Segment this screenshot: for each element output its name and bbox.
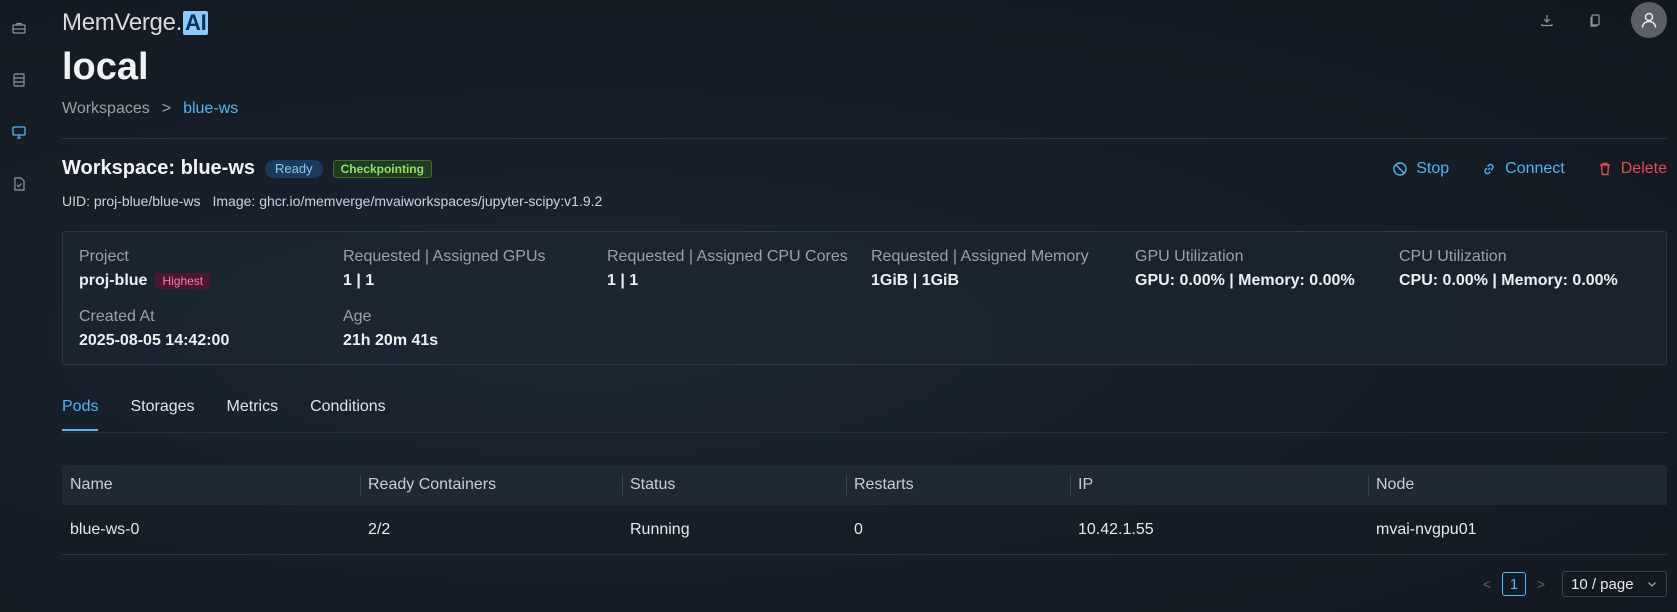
field-cpu-utilization: CPU Utilization CPU: 0.00% | Memory: 0.0… bbox=[1399, 248, 1618, 290]
tab-metrics[interactable]: Metrics bbox=[227, 398, 279, 431]
field-value: 21h 20m 41s bbox=[343, 332, 439, 349]
table-row[interactable]: blue-ws-0 2/2 Running 0 10.42.1.55 mvai-… bbox=[62, 505, 1667, 555]
field-value: 1 | 1 bbox=[343, 272, 375, 289]
stop-icon bbox=[1393, 162, 1407, 176]
logo: MemVerge. AI bbox=[62, 8, 209, 38]
workspace-details-card: Project proj-blue Highest Requested | As… bbox=[62, 231, 1667, 365]
workspace-title: Workspace: blue-ws bbox=[62, 157, 256, 179]
field-value: GPU: 0.00% | Memory: 0.00% bbox=[1135, 272, 1355, 289]
field-project: Project proj-blue Highest bbox=[79, 248, 211, 290]
detail-tabs: Pods Storages Metrics Conditions bbox=[62, 398, 386, 431]
sidebar bbox=[0, 0, 38, 612]
field-gpu-utilization: GPU Utilization GPU: 0.00% | Memory: 0.0… bbox=[1135, 248, 1355, 290]
breadcrumb-current: blue-ws bbox=[183, 100, 239, 117]
field-label: Created At bbox=[79, 308, 155, 325]
field-label: Requested | Assigned Memory bbox=[871, 248, 1089, 265]
page-size-value: 10 / page bbox=[1571, 575, 1634, 593]
field-created-at: Created At 2025-08-05 14:42:00 bbox=[79, 308, 229, 350]
column-header-status[interactable]: Status bbox=[622, 465, 846, 505]
prev-page-button[interactable]: < bbox=[1480, 576, 1494, 592]
chevron-down-icon bbox=[1648, 582, 1656, 587]
field-age: Age 21h 20m 41s bbox=[343, 308, 438, 350]
column-header-restarts[interactable]: Restarts bbox=[846, 465, 1070, 505]
stop-button[interactable]: Stop bbox=[1392, 160, 1449, 178]
trash-icon bbox=[1599, 162, 1610, 176]
tab-pods[interactable]: Pods bbox=[62, 398, 99, 431]
tabs-divider bbox=[62, 432, 1667, 433]
field-value: 2025-08-05 14:42:00 bbox=[79, 332, 230, 349]
delete-button[interactable]: Delete bbox=[1597, 160, 1667, 178]
page-size-select[interactable]: 10 / page bbox=[1562, 571, 1667, 597]
checklist-icon[interactable] bbox=[9, 174, 29, 194]
field-value: CPU: 0.00% | Memory: 0.00% bbox=[1399, 272, 1618, 289]
connect-button[interactable]: Connect bbox=[1481, 160, 1565, 178]
page-title: local bbox=[62, 46, 149, 88]
field-value: 1GiB | 1GiB bbox=[871, 272, 960, 289]
field-label: Project bbox=[79, 248, 129, 265]
project-value[interactable]: proj-blue bbox=[79, 272, 147, 290]
field-gpus: Requested | Assigned GPUs 1 | 1 bbox=[343, 248, 546, 290]
field-label: Age bbox=[343, 308, 372, 325]
field-label: CPU Utilization bbox=[1399, 248, 1507, 265]
workspace-uid: UID: proj-blue/blue-ws bbox=[62, 193, 201, 209]
pagination: < 1 > 10 / page bbox=[1480, 571, 1667, 597]
workspace-meta: UID: proj-blue/blue-ws Image: ghcr.io/me… bbox=[62, 193, 602, 209]
priority-badge: Highest bbox=[155, 273, 211, 289]
table-header: Name Ready Containers Status Restarts IP… bbox=[62, 465, 1667, 505]
column-header-ip[interactable]: IP bbox=[1070, 465, 1368, 505]
breadcrumb-separator: > bbox=[161, 100, 172, 117]
field-memory: Requested | Assigned Memory 1GiB | 1GiB bbox=[871, 248, 1089, 290]
copy-icon[interactable] bbox=[1585, 10, 1605, 30]
field-label: GPU Utilization bbox=[1135, 248, 1244, 265]
cell-status: Running bbox=[630, 520, 690, 538]
delete-label: Delete bbox=[1620, 160, 1667, 177]
cell-node: mvai-nvgpu01 bbox=[1376, 520, 1477, 538]
briefcase-icon[interactable] bbox=[9, 18, 29, 38]
pods-table: Name Ready Containers Status Restarts IP… bbox=[62, 465, 1667, 555]
header-divider bbox=[62, 138, 1667, 139]
column-header-node[interactable]: Node bbox=[1368, 465, 1667, 505]
download-icon[interactable] bbox=[1537, 10, 1557, 30]
app-root: MemVerge. AI local Workspaces > blue-ws W… bbox=[0, 0, 1677, 612]
monitor-icon[interactable] bbox=[9, 122, 29, 142]
logo-badge: AI bbox=[183, 10, 209, 35]
link-icon bbox=[1484, 163, 1494, 175]
field-value: proj-blue Highest bbox=[79, 272, 211, 290]
field-value: 1 | 1 bbox=[607, 272, 639, 289]
status-badge-checkpointing: Checkpointing bbox=[332, 159, 432, 178]
column-header-ready-containers[interactable]: Ready Containers bbox=[360, 465, 622, 505]
column-header-name[interactable]: Name bbox=[62, 465, 360, 505]
logo-text: MemVerge. bbox=[62, 9, 183, 36]
field-label: Requested | Assigned CPU Cores bbox=[607, 248, 848, 265]
status-badge-ready: Ready bbox=[265, 159, 323, 178]
page-number-button[interactable]: 1 bbox=[1502, 572, 1526, 596]
next-page-button[interactable]: > bbox=[1534, 576, 1548, 592]
cell-name: blue-ws-0 bbox=[70, 520, 140, 538]
user-avatar-icon[interactable] bbox=[1631, 2, 1667, 38]
tab-conditions[interactable]: Conditions bbox=[310, 398, 386, 431]
workspace-actions: Stop Connect Delete bbox=[1392, 160, 1667, 178]
connect-label: Connect bbox=[1505, 160, 1565, 177]
stop-label: Stop bbox=[1416, 160, 1450, 177]
workspace-image: Image: ghcr.io/memverge/mvaiworkspaces/j… bbox=[212, 193, 603, 209]
cell-ready-containers: 2/2 bbox=[368, 520, 391, 538]
cell-restarts: 0 bbox=[854, 520, 863, 538]
workspace-header: Workspace: blue-ws Ready Checkpointing bbox=[62, 157, 432, 180]
cell-ip: 10.42.1.55 bbox=[1078, 520, 1154, 538]
tab-storages[interactable]: Storages bbox=[130, 398, 194, 431]
breadcrumb-workspaces[interactable]: Workspaces bbox=[62, 100, 150, 118]
server-list-icon[interactable] bbox=[9, 70, 29, 90]
breadcrumb: Workspaces > blue-ws bbox=[62, 100, 238, 118]
field-label: Requested | Assigned GPUs bbox=[343, 248, 546, 265]
field-cpu-cores: Requested | Assigned CPU Cores 1 | 1 bbox=[607, 248, 848, 290]
